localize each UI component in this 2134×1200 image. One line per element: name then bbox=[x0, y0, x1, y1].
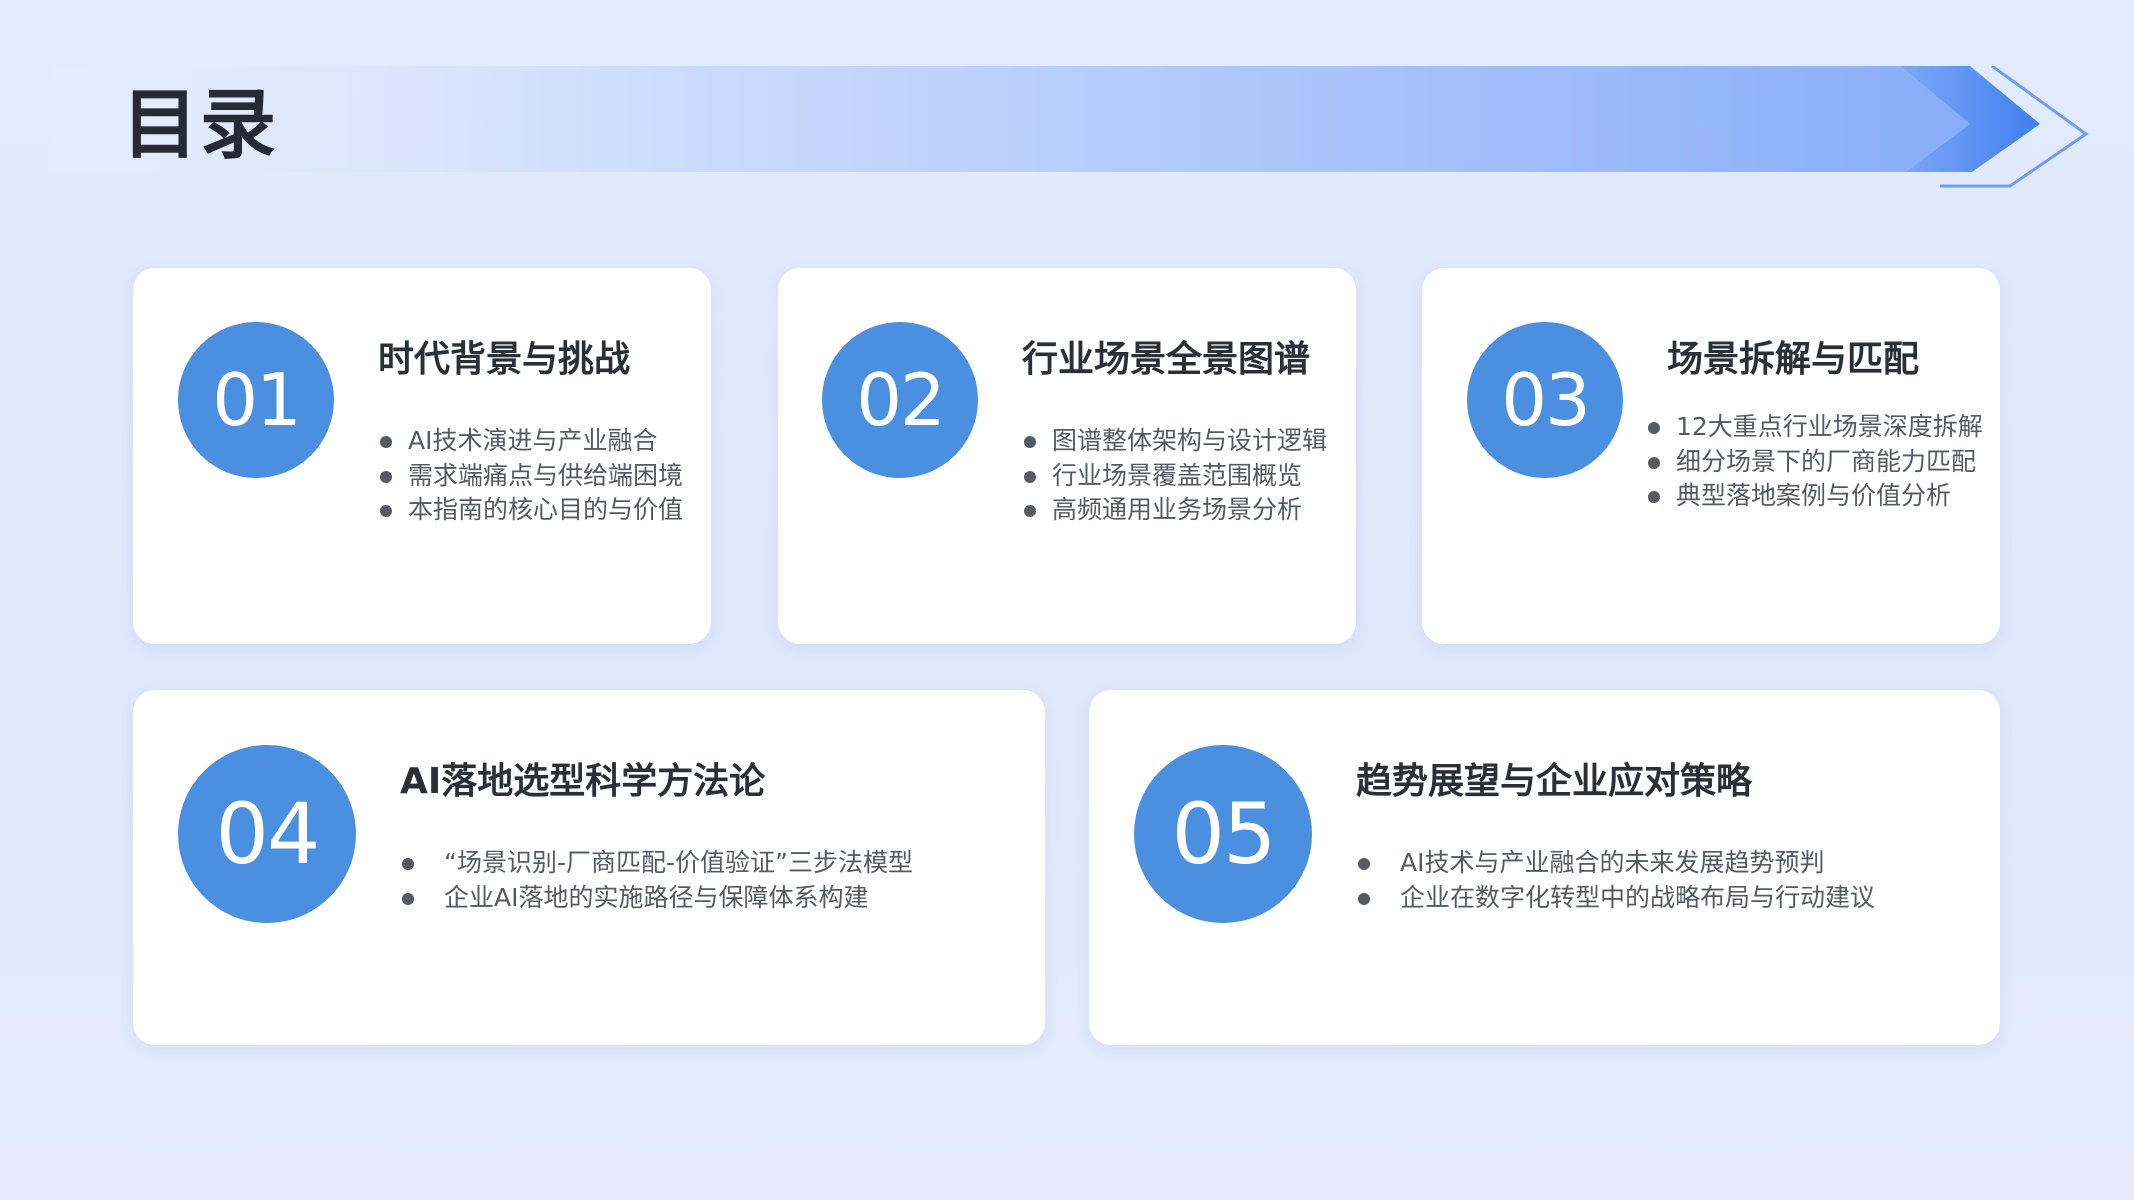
list-item: 图谱整体架构与设计逻辑 bbox=[1022, 424, 1327, 459]
section-card-04[interactable]: 04 AI落地选型科学方法论 “场景识别-厂商匹配-价值验证”三步法模型 企业A… bbox=[133, 690, 1045, 1045]
list-item-text: “场景识别-厂商匹配-价值验证”三步法模型 bbox=[444, 848, 913, 877]
bullet-dot-icon bbox=[1024, 505, 1036, 517]
list-item-text: 高频通用业务场景分析 bbox=[1052, 495, 1303, 524]
list-item: 12大重点行业场景深度拆解 bbox=[1646, 410, 1983, 445]
list-item-text: AI技术与产业融合的未来发展趋势预判 bbox=[1400, 848, 1825, 877]
list-item-text: 企业在数字化转型中的战略布局与行动建议 bbox=[1400, 882, 1876, 912]
section-title: 时代背景与挑战 bbox=[378, 339, 631, 380]
section-number-badge: 02 bbox=[822, 322, 978, 478]
bullet-dot-icon bbox=[1648, 491, 1660, 503]
section-bullet-list: 12大重点行业场景深度拆解 细分场景下的厂商能力匹配 典型落地案例与价值分析 bbox=[1646, 410, 1983, 514]
bullet-dot-icon bbox=[380, 505, 392, 517]
section-bullet-list: AI技术与产业融合的未来发展趋势预判 企业在数字化转型中的战略布局与行动建议 bbox=[1356, 846, 1875, 915]
section-card-02[interactable]: 02 行业场景全景图谱 图谱整体架构与设计逻辑 行业场景覆盖范围概览 高频通用业… bbox=[778, 268, 1356, 644]
bullet-dot-icon bbox=[1358, 892, 1370, 905]
section-title: 行业场景全景图谱 bbox=[1022, 339, 1311, 380]
section-card-05[interactable]: 05 趋势展望与企业应对策略 AI技术与产业融合的未来发展趋势预判 企业在数字化… bbox=[1089, 690, 2000, 1045]
section-title: 场景拆解与匹配 bbox=[1667, 339, 1920, 380]
bullet-dot-icon bbox=[402, 858, 414, 870]
list-item-text: 图谱整体架构与设计逻辑 bbox=[1052, 426, 1328, 455]
list-item: 本指南的核心目的与价值 bbox=[378, 493, 683, 528]
section-card-01[interactable]: 01 时代背景与挑战 AI技术演进与产业融合 需求端痛点与供给端困境 本指南的核… bbox=[133, 268, 711, 644]
list-item-text: 典型落地案例与价值分析 bbox=[1676, 481, 1952, 510]
list-item: 典型落地案例与价值分析 bbox=[1646, 479, 1983, 514]
section-title: AI落地选型科学方法论 bbox=[400, 761, 766, 802]
banner-arrow-shape bbox=[50, 66, 2089, 188]
list-item-text: 细分场景下的厂商能力匹配 bbox=[1676, 446, 1977, 476]
bullet-dot-icon bbox=[1024, 436, 1036, 448]
list-item: 企业AI落地的实施路径与保障体系构建 bbox=[400, 881, 913, 916]
list-item-text: 企业AI落地的实施路径与保障体系构建 bbox=[444, 882, 869, 912]
list-item-text: AI技术演进与产业融合 bbox=[408, 426, 658, 455]
list-item: AI技术演进与产业融合 bbox=[378, 424, 683, 459]
section-number-badge: 05 bbox=[1134, 745, 1312, 923]
list-item: 细分场景下的厂商能力匹配 bbox=[1646, 445, 1983, 480]
bullet-dot-icon bbox=[1648, 422, 1660, 434]
list-item: 企业在数字化转型中的战略布局与行动建议 bbox=[1356, 881, 1875, 916]
section-bullet-list: AI技术演进与产业融合 需求端痛点与供给端困境 本指南的核心目的与价值 bbox=[378, 424, 683, 528]
page-title: 目录 bbox=[122, 80, 278, 169]
section-number-badge: 01 bbox=[178, 322, 334, 478]
section-number-badge: 04 bbox=[178, 745, 356, 923]
section-title: 趋势展望与企业应对策略 bbox=[1356, 761, 1753, 802]
list-item: AI技术与产业融合的未来发展趋势预判 bbox=[1356, 846, 1875, 881]
bullet-dot-icon bbox=[380, 436, 392, 448]
section-bullet-list: “场景识别-厂商匹配-价值验证”三步法模型 企业AI落地的实施路径与保障体系构建 bbox=[400, 846, 913, 915]
bullet-dot-icon bbox=[380, 470, 392, 483]
list-item: 需求端痛点与供给端困境 bbox=[378, 459, 683, 494]
list-item-text: 行业场景覆盖范围概览 bbox=[1052, 460, 1303, 490]
list-item-text: 12大重点行业场景深度拆解 bbox=[1676, 412, 1983, 441]
list-item: 高频通用业务场景分析 bbox=[1022, 493, 1327, 528]
bullet-dot-icon bbox=[1358, 858, 1370, 870]
title-banner bbox=[50, 66, 2090, 188]
section-bullet-list: 图谱整体架构与设计逻辑 行业场景覆盖范围概览 高频通用业务场景分析 bbox=[1022, 424, 1327, 528]
list-item: 行业场景覆盖范围概览 bbox=[1022, 459, 1327, 494]
list-item-text: 需求端痛点与供给端困境 bbox=[408, 460, 684, 490]
bullet-dot-icon bbox=[1648, 456, 1660, 469]
section-number-badge: 03 bbox=[1467, 322, 1623, 478]
bullet-dot-icon bbox=[1024, 470, 1036, 483]
section-card-03[interactable]: 03 场景拆解与匹配 12大重点行业场景深度拆解 细分场景下的厂商能力匹配 典型… bbox=[1422, 268, 2000, 644]
list-item: “场景识别-厂商匹配-价值验证”三步法模型 bbox=[400, 846, 913, 881]
list-item-text: 本指南的核心目的与价值 bbox=[408, 495, 684, 524]
bullet-dot-icon bbox=[402, 892, 414, 905]
